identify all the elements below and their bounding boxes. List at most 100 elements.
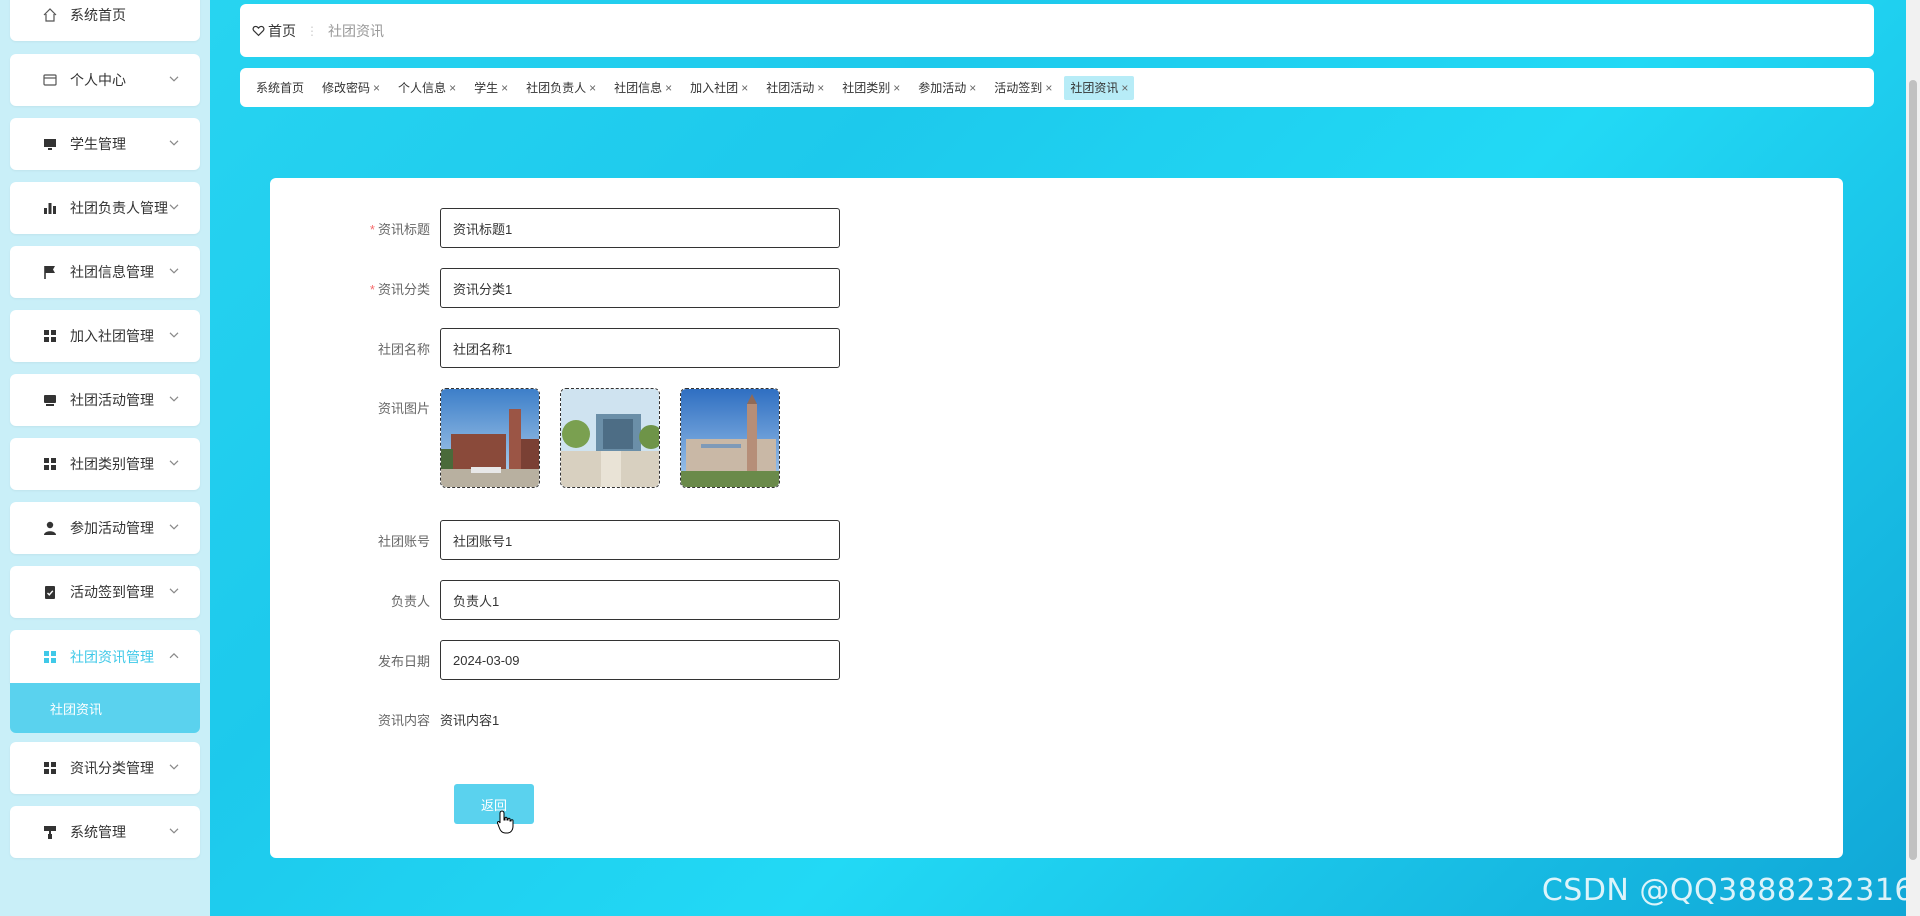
category-field[interactable]: 资讯分类1 [440,268,840,308]
tab-club-activities[interactable]: 社团活动 × [760,76,830,100]
sidebar-item-label: 社团资讯管理 [70,648,154,665]
grid-icon [42,456,58,472]
tab-label: 修改密码 [322,80,371,95]
grid-icon [42,649,58,665]
tab-personal-info[interactable]: 个人信息 × [392,76,462,100]
news-image[interactable] [440,388,540,488]
news-image[interactable] [680,388,780,488]
sidebar-item-news-categories[interactable]: 资讯分类管理 [10,742,200,794]
sidebar-item-club-leaders[interactable]: 社团负责人管理 [10,182,200,234]
form-row-content: 资讯内容 资讯内容1 [270,710,499,729]
chevron-down-icon [169,828,179,834]
images-label: 资讯图片 [377,401,430,416]
heart-icon [252,25,265,37]
close-icon[interactable]: × [969,76,976,100]
sidebar-item-label: 参加活动管理 [70,520,154,536]
sidebar-item-personal-center[interactable]: 个人中心 [10,54,200,106]
sidebar-item-home[interactable]: 系统首页 [10,0,200,41]
bar-chart-icon [42,200,58,216]
close-icon[interactable]: × [501,76,508,100]
chevron-down-icon [169,396,179,402]
paint-roller-icon [42,824,58,840]
close-icon[interactable]: × [373,76,380,100]
tab-join-club[interactable]: 加入社团 × [684,76,754,100]
sidebar-item-join-activities[interactable]: 参加活动管理 [10,502,200,554]
monitor-icon [42,136,58,152]
club-name-field[interactable]: 社团名称1 [440,328,840,368]
category-label: 资讯分类 [377,281,430,297]
breadcrumb: 首页 ⋮ 社团资讯 [240,4,1874,57]
form-row-images: 资讯图片 [270,388,800,488]
watermark: CSDN @QQ3888232316 [1541,873,1914,908]
back-button[interactable]: 返回 [454,784,534,824]
sidebar-item-club-info[interactable]: 社团信息管理 [10,246,200,298]
tab-label: 社团信息 [614,80,663,95]
tab-join-activities[interactable]: 参加活动 × [912,76,982,100]
tab-students[interactable]: 学生 × [468,76,514,100]
breadcrumb-separator: ⋮ [306,23,318,38]
sidebar-item-club-activities[interactable]: 社团活动管理 [10,374,200,426]
sidebar-item-join-club[interactable]: 加入社团管理 [10,310,200,362]
tab-home[interactable]: 系统首页 [250,76,310,100]
chevron-down-icon [169,268,179,274]
title-field[interactable]: 资讯标题1 [440,208,840,248]
breadcrumb-home-label: 首页 [268,22,296,39]
form-row-club-account: 社团账号 社团账号1 [270,520,840,560]
close-icon[interactable]: × [893,76,900,100]
tab-club-news[interactable]: 社团资讯 × [1064,75,1135,100]
flag-icon [42,264,58,280]
sidebar-item-activity-checkin[interactable]: 活动签到管理 [10,566,200,618]
field-label: * 资讯分类 [270,279,440,298]
scrollbar[interactable] [1906,0,1920,916]
sidebar-item-students[interactable]: 学生管理 [10,118,200,170]
tab-label: 参加活动 [918,80,967,95]
close-icon[interactable]: × [741,76,748,100]
chevron-down-icon [169,76,179,82]
submenu-item-club-news[interactable]: 社团资讯 [10,683,200,733]
sidebar-item-label: 社团负责人管理 [70,200,168,216]
chevron-down-icon [169,764,179,770]
sidebar-item-label: 学生管理 [70,136,126,152]
sidebar-item-label: 系统首页 [70,7,126,23]
tab-club-info[interactable]: 社团信息 × [608,76,678,100]
breadcrumb-home[interactable]: 首页 [252,21,296,41]
close-icon[interactable]: × [1121,76,1128,100]
tab-club-categories[interactable]: 社团类别 × [836,76,906,100]
close-icon[interactable]: × [817,76,824,100]
date-field[interactable]: 2024-03-09 [440,640,840,680]
home-icon [42,7,58,23]
tab-club-leaders[interactable]: 社团负责人 × [520,76,602,100]
club-name-label: 社团名称 [377,341,430,357]
sidebar-item-club-news[interactable]: 社团资讯管理 [10,630,200,683]
form-row-leader: 负责人 负责人1 [270,580,840,620]
leader-label: 负责人 [390,593,430,609]
chevron-down-icon [169,460,179,466]
close-icon[interactable]: × [665,76,672,100]
tab-label: 社团活动 [766,80,815,95]
tab-label: 系统首页 [256,80,305,95]
close-icon[interactable]: × [449,76,456,100]
leader-field[interactable]: 负责人1 [440,580,840,620]
tab-label: 个人信息 [398,80,447,95]
content-value: 资讯内容1 [440,713,500,728]
required-mark: * [369,281,375,297]
sidebar-item-club-categories[interactable]: 社团类别管理 [10,438,200,490]
close-icon[interactable]: × [1045,76,1052,100]
chevron-down-icon [169,204,179,210]
hand-cursor-icon [497,810,514,834]
tab-activity-checkin[interactable]: 活动签到 × [988,76,1058,100]
content-label: 资讯内容 [377,713,430,728]
club-account-field[interactable]: 社团账号1 [440,520,840,560]
news-image[interactable] [560,388,660,488]
close-icon[interactable]: × [589,76,596,100]
tab-label: 社团类别 [842,80,891,95]
chevron-down-icon [169,524,179,530]
sidebar-item-label: 资讯分类管理 [70,760,154,776]
tab-label: 活动签到 [994,80,1043,95]
tabs-bar: 系统首页 修改密码 × 个人信息 × 学生 × 社团负责人 × 社团信息 × 加入社团 × … [240,68,1874,107]
required-mark: * [369,221,375,237]
sidebar: 系统首页 个人中心 学生管理 社团负责人管理 社团信息管理 加入社团管理 社团活… [0,0,210,916]
scrollbar-thumb[interactable] [1909,80,1917,860]
sidebar-item-system[interactable]: 系统管理 [10,806,200,858]
tab-change-password[interactable]: 修改密码 × [316,76,386,100]
